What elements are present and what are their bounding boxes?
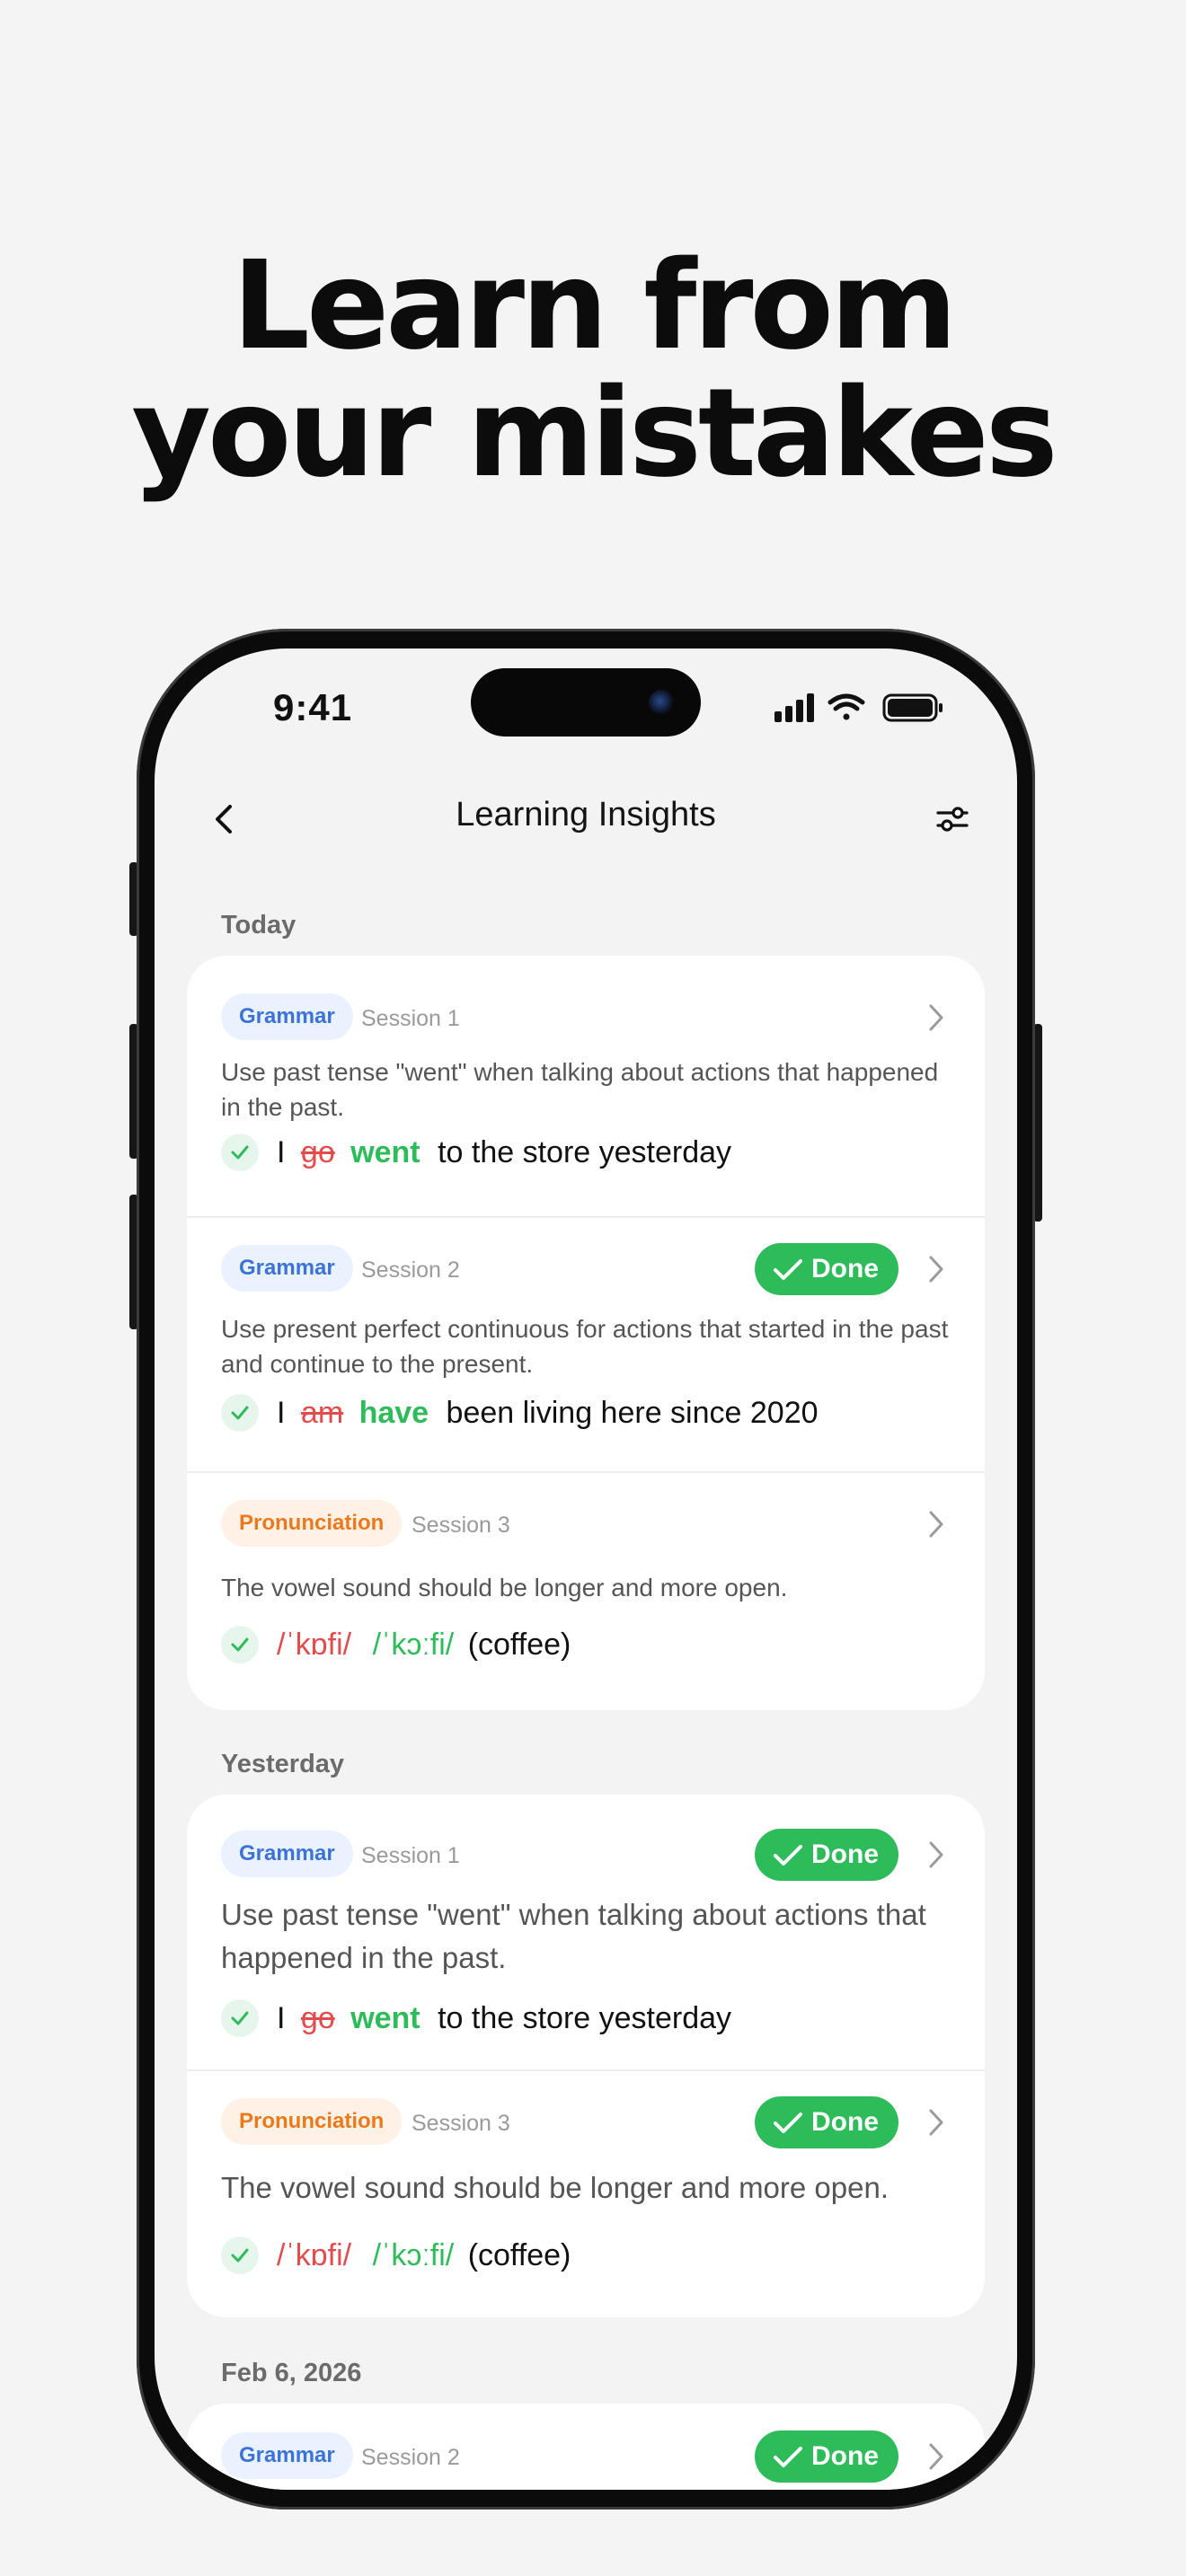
insight-description: The vowel sound should be longer and mor…	[221, 2171, 889, 2204]
chevron-right-icon[interactable]	[927, 1002, 945, 1033]
sliders-icon[interactable]	[933, 799, 972, 839]
wrong-word: am	[300, 1396, 344, 1430]
correct-pronunciation: /ˈkɔːfi/	[372, 1628, 455, 1662]
phone-screen: 9:41 Learning Insights Today Grammar Ses…	[155, 648, 1017, 2490]
grammar-tag: Grammar	[221, 1245, 353, 1292]
session-label: Session 2	[361, 1257, 460, 1283]
check-circle-icon	[221, 1626, 259, 1663]
example-rest: to the store yesterday	[438, 1135, 732, 1169]
chevron-right-icon[interactable]	[927, 2441, 945, 2472]
headline-line-1: Learn from	[232, 235, 957, 377]
nav-bar: Learning Insights	[155, 783, 1017, 855]
insight-description: Use past tense "went" when talking about…	[221, 1058, 939, 1121]
check-circle-icon	[221, 1394, 259, 1432]
done-badge: Done	[755, 2096, 898, 2148]
example-word: (coffee)	[467, 1628, 571, 1662]
insight-item[interactable]: Grammar Session 2 Done Use present perfe…	[187, 1216, 985, 1473]
checkmark-icon	[774, 1845, 802, 1866]
session-label: Session 1	[361, 1843, 460, 1868]
done-badge: Done	[755, 2430, 898, 2483]
insight-item[interactable]: Pronunciation Session 3 The vowel sound …	[187, 1471, 985, 1710]
section-label-today: Today	[221, 911, 296, 940]
correct-word: went	[350, 2001, 420, 2035]
insight-item[interactable]: Pronunciation Session 3 Done The vowel s…	[187, 2069, 985, 2317]
signal-icon	[774, 693, 814, 722]
grammar-tag: Grammar	[221, 1831, 353, 1877]
status-time: 9:41	[273, 686, 353, 728]
headline: Learn from your mistakes	[0, 243, 1186, 498]
session-label: Session 1	[361, 1006, 460, 1031]
headline-line-2: your mistakes	[131, 363, 1058, 505]
session-label: Session 2	[361, 2445, 460, 2470]
session-label: Session 3	[412, 1513, 510, 1538]
dynamic-island	[471, 668, 701, 737]
done-label: Done	[811, 1254, 879, 1284]
insight-item[interactable]: Grammar Session 1 Use past tense "went" …	[187, 956, 985, 1216]
example-word: (coffee)	[467, 2238, 571, 2272]
example-prefix: I	[277, 2001, 286, 2035]
grammar-tag: Grammar	[221, 2432, 353, 2479]
chevron-right-icon[interactable]	[927, 1254, 945, 1284]
card-feb-6: Grammar Session 2 Done	[187, 2404, 985, 2490]
insight-item[interactable]: Grammar Session 1 Done Use past tense "w…	[187, 1795, 985, 2069]
grammar-tag: Grammar	[221, 993, 353, 1040]
chevron-right-icon[interactable]	[927, 1509, 945, 1539]
card-today: Grammar Session 1 Use past tense "went" …	[187, 956, 985, 1710]
example-rest: to the store yesterday	[438, 2001, 732, 2035]
battery-icon	[882, 693, 943, 722]
insight-item[interactable]: Grammar Session 2 Done	[187, 2404, 985, 2490]
checkmark-icon	[774, 1259, 802, 1280]
checkmark-icon	[774, 2447, 802, 2467]
correct-word: went	[350, 1135, 420, 1169]
insight-description: The vowel sound should be longer and mor…	[221, 1574, 788, 1601]
chevron-right-icon[interactable]	[927, 2107, 945, 2138]
check-circle-icon	[221, 2236, 259, 2274]
wrong-word: go	[300, 2001, 335, 2035]
done-badge: Done	[755, 1829, 898, 1881]
wrong-word: go	[300, 1135, 335, 1169]
page-title: Learning Insights	[456, 796, 716, 834]
status-icons	[774, 693, 943, 722]
wifi-icon	[828, 693, 865, 720]
check-circle-icon	[221, 1134, 259, 1171]
chevron-right-icon[interactable]	[927, 1839, 945, 1870]
example-prefix: I	[277, 1135, 286, 1169]
insight-description: Use present perfect continuous for actio…	[221, 1315, 949, 1378]
correct-pronunciation: /ˈkɔːfi/	[372, 2238, 455, 2272]
example-prefix: I	[277, 1396, 286, 1430]
camera-icon	[649, 690, 674, 715]
wrong-pronunciation: /ˈkɒfi/	[277, 1628, 352, 1662]
check-circle-icon	[221, 1999, 259, 2037]
section-label-feb-6: Feb 6, 2026	[221, 2359, 362, 2387]
session-label: Session 3	[412, 2111, 510, 2136]
insight-description: Use past tense "went" when talking about…	[221, 1898, 926, 1974]
section-label-yesterday: Yesterday	[221, 1750, 345, 1778]
example-rest: been living here since 2020	[446, 1396, 819, 1430]
checkmark-icon	[774, 2113, 802, 2133]
done-label: Done	[811, 1839, 879, 1869]
done-label: Done	[811, 2441, 879, 2471]
pronunciation-tag: Pronunciation	[221, 2098, 403, 2145]
done-badge: Done	[755, 1243, 898, 1295]
done-label: Done	[811, 2107, 879, 2137]
pronunciation-tag: Pronunciation	[221, 1500, 403, 1547]
wrong-pronunciation: /ˈkɒfi/	[277, 2238, 352, 2272]
correct-word: have	[358, 1396, 429, 1430]
card-yesterday: Grammar Session 1 Done Use past tense "w…	[187, 1795, 985, 2317]
